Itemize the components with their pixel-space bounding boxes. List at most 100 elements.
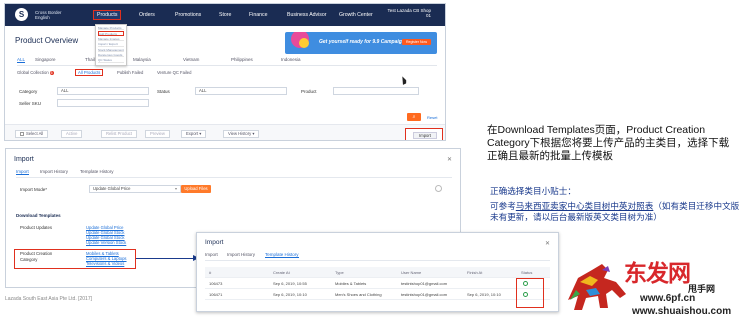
nav-finance[interactable]: Finance: [249, 12, 267, 18]
history-tabs: Import Import History Template History: [205, 252, 550, 261]
view-history-label: View History: [228, 131, 252, 136]
campaign-banner[interactable]: Get yourself ready for 9.9 Campaign Regi…: [285, 32, 437, 54]
tab-global-collection[interactable]: Global Collection 6: [17, 70, 54, 75]
tab-template-history[interactable]: Template History: [265, 252, 299, 258]
bulk-action-toolbar: Select All Active Relist Product Preview…: [5, 124, 445, 140]
import-tabs: Import Import History Template History: [16, 169, 452, 178]
seller-sku-label: Seller SKU: [19, 101, 42, 106]
tip-prefix: 可参考: [490, 201, 516, 211]
dropdown-item[interactable]: Manage Products: [98, 26, 124, 31]
active-button[interactable]: Active: [61, 130, 83, 138]
shop-account-menu[interactable]: Test Lazada CB Shop 01: [387, 8, 431, 18]
product-updates-label: Product Updates: [20, 225, 53, 230]
export-button[interactable]: Export ▾: [181, 130, 207, 138]
row-id: 106471: [209, 292, 223, 297]
row-type: Men's Shoes and Clothing: [335, 292, 382, 297]
dropdown-item[interactable]: Dangerous Goods: [98, 53, 124, 58]
product-input[interactable]: [333, 87, 419, 95]
product-creation-category-label: Product Creation Category: [20, 251, 53, 262]
export-label: Export: [186, 131, 199, 136]
tab-publish-failed[interactable]: Publish Failed: [117, 70, 143, 75]
template-history-screenshot: Import ✕ Import Import History Template …: [196, 232, 559, 312]
product-overview-screenshot: S Cross Border English Products Orders P…: [4, 3, 446, 141]
close-icon[interactable]: ✕: [545, 240, 550, 247]
tab-singapore[interactable]: Singapore: [35, 57, 56, 62]
dropdown-item[interactable]: Stock Management: [98, 48, 124, 52]
row-id: 106473: [209, 281, 223, 286]
column-header[interactable]: User Name: [401, 270, 421, 275]
nav-products[interactable]: Products: [93, 10, 122, 20]
category-tree-link[interactable]: 马来西亚卖家中心类目树中英对照表: [516, 201, 654, 211]
shop-suffix: 01: [425, 13, 431, 18]
import-mode-label: Import Mode*: [20, 187, 48, 192]
tip-title: 正确选择类目小贴士：: [490, 186, 576, 196]
products-dropdown-menu: Manage Products Add Products Manage Imag…: [95, 24, 127, 66]
tab-import[interactable]: Import: [205, 252, 218, 257]
help-icon[interactable]: [435, 185, 442, 192]
top-navigation-bar: S Cross Border English Products Orders P…: [5, 4, 445, 26]
tab-malaysia[interactable]: Malaysia: [133, 57, 151, 62]
copyright-text: Lazada South East Asia Pte Ltd. [2017]: [5, 296, 93, 302]
category-select[interactable]: ALL: [57, 87, 149, 95]
tab-import-history[interactable]: Import History: [227, 252, 255, 257]
relist-button[interactable]: Relist Product: [101, 130, 138, 138]
category-label: Category: [19, 89, 38, 94]
shop-name: Test Lazada CB Shop: [387, 8, 431, 13]
upload-files-button[interactable]: Upload Files: [181, 185, 211, 193]
select-all-label: Select All: [26, 131, 44, 136]
register-now-button[interactable]: Register Now: [401, 39, 431, 45]
import-mode-select[interactable]: Update Global Price ▾: [89, 185, 181, 193]
count-badge: 6: [49, 71, 54, 75]
search-button[interactable]: ⌕: [407, 113, 421, 121]
column-header[interactable]: Type: [335, 270, 344, 275]
category-template-link[interactable]: Televisions & Videos: [86, 261, 124, 266]
dialog-title: Import: [14, 156, 34, 163]
product-label: Product: [301, 89, 317, 94]
status-select[interactable]: ALL: [195, 87, 287, 95]
language-label: English: [35, 15, 50, 20]
table-row: 106471 Sep 6, 2019, 10:10 Men's Shoes an…: [205, 289, 550, 300]
row-type: Mobiles & Tablets: [335, 281, 367, 286]
tab-template-history[interactable]: Template History: [80, 169, 114, 174]
row-created: Sep 6, 2019, 10:10: [273, 292, 307, 297]
nav-store[interactable]: Store: [219, 12, 231, 18]
tab-import-history[interactable]: Import History: [40, 169, 68, 174]
watermark-url: www.shuaishou.com: [632, 306, 732, 317]
dropdown-item[interactable]: Manage Images: [98, 37, 124, 42]
column-header[interactable]: Finish At: [467, 270, 482, 275]
watermark: 东发网 甩手网 www.6pf.cn www.shuaishou.com: [560, 248, 746, 319]
nav-growth-center[interactable]: Growth Center: [339, 12, 373, 18]
seller-sku-input[interactable]: [57, 99, 149, 107]
nav-business-advisor[interactable]: Business Advisor: [287, 12, 327, 18]
tab-all[interactable]: ALL: [17, 57, 26, 63]
region-language-selector[interactable]: Cross Border English: [35, 10, 62, 20]
tab-vietnam[interactable]: Vietnam: [183, 57, 199, 62]
select-all-checkbox[interactable]: Select All: [15, 130, 49, 138]
column-header: #: [209, 270, 212, 275]
nav-promotions[interactable]: Promotions: [175, 12, 201, 18]
status-highlight: [516, 278, 544, 308]
dropdown-item[interactable]: QC Status: [98, 58, 124, 63]
dropdown-item[interactable]: Import / Export: [98, 42, 124, 47]
download-templates-heading: Download Templates: [16, 213, 61, 218]
tab-import[interactable]: Import: [16, 169, 29, 175]
chevron-down-icon: ▾: [252, 131, 255, 136]
seller-center-logo[interactable]: S: [15, 8, 28, 21]
import-button-highlight[interactable]: Import: [405, 128, 443, 140]
tab-all-products[interactable]: All Products: [75, 69, 104, 76]
dropdown-item-selected[interactable]: Add Products: [98, 31, 124, 36]
tab-indonesia[interactable]: Indonesia: [281, 57, 301, 62]
table-row: 106473 Sep 6, 2019, 10:55 Mobiles & Tabl…: [205, 278, 550, 289]
close-icon[interactable]: ✕: [447, 156, 452, 163]
template-history-table: # Create At Type User Name Finish At Sta…: [205, 267, 550, 300]
preview-button[interactable]: Preview: [145, 130, 170, 138]
tab-philippines[interactable]: Philippines: [231, 57, 253, 62]
tab-global-label: Global Collection: [17, 70, 49, 75]
template-link[interactable]: Update Version Stock: [86, 240, 126, 245]
tab-venture-qc-failed[interactable]: Venture QC Failed: [157, 70, 191, 75]
import-button[interactable]: Import: [413, 132, 437, 139]
column-header[interactable]: Create At: [273, 270, 290, 275]
reset-link[interactable]: Reset: [427, 115, 437, 120]
nav-orders[interactable]: Orders: [139, 12, 155, 18]
view-history-button[interactable]: View History ▾: [223, 130, 260, 138]
